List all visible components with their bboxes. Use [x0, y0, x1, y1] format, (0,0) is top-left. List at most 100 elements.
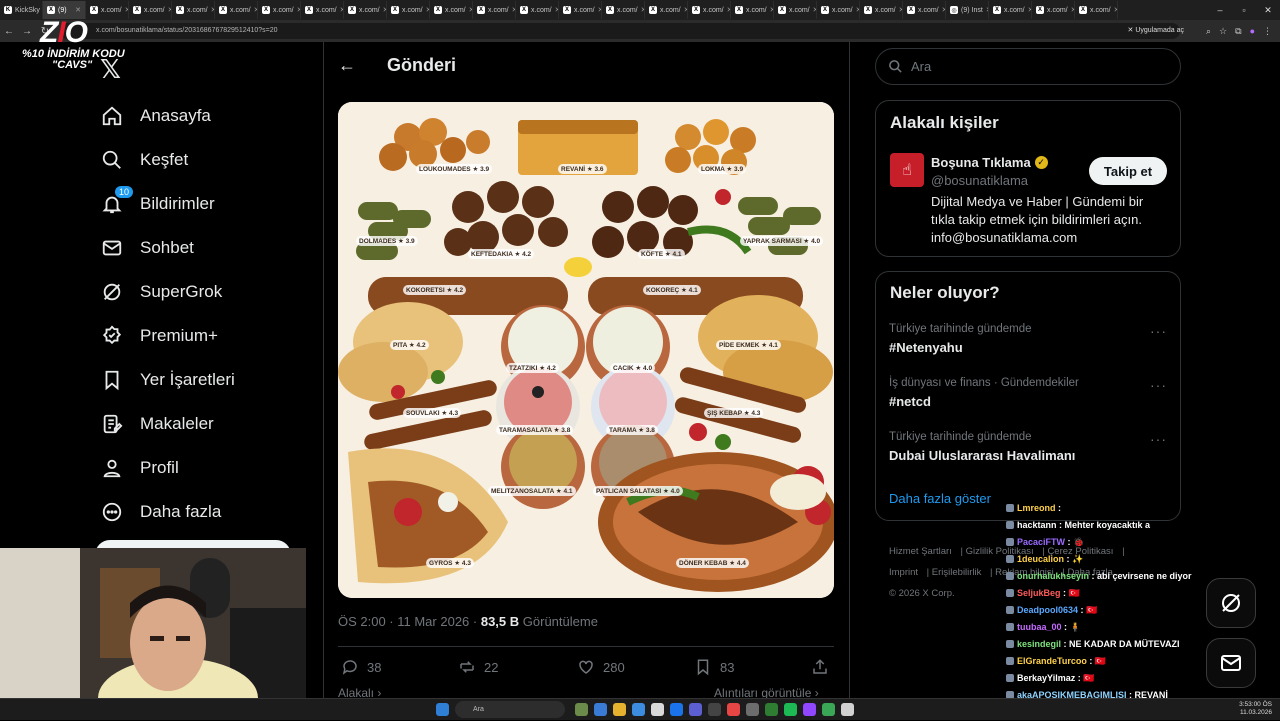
- open-in-app-button[interactable]: ✕ Uygulamada aç: [1128, 23, 1184, 39]
- more-options-icon[interactable]: ···: [1150, 323, 1167, 339]
- zoom-icon[interactable]: ⌕: [1206, 23, 1211, 39]
- taskbar-search-input[interactable]: Ara: [455, 701, 565, 718]
- chat-username[interactable]: kesindegil: [1017, 639, 1061, 649]
- like-button[interactable]: 280: [577, 658, 625, 676]
- sidebar-item-home[interactable]: Anasayfa: [100, 101, 211, 131]
- grok-floating-button[interactable]: [1206, 578, 1256, 628]
- browser-tab[interactable]: Xx.com/✕: [774, 1, 817, 19]
- sidebar-item-more[interactable]: Daha fazla: [100, 497, 221, 527]
- browser-tab[interactable]: Xx.com/✕: [129, 1, 172, 19]
- taskbar-app-icon[interactable]: [822, 703, 835, 716]
- back-nav-icon[interactable]: ←: [0, 26, 18, 37]
- follow-button[interactable]: Takip et: [1089, 157, 1167, 185]
- more-options-icon[interactable]: ···: [1150, 431, 1167, 447]
- browser-tab[interactable]: Xx.com/✕: [989, 1, 1032, 19]
- reply-button[interactable]: 38: [341, 658, 381, 676]
- browser-tab[interactable]: Xx.com/✕: [301, 1, 344, 19]
- browser-tab[interactable]: Xx.com/✕: [602, 1, 645, 19]
- browser-tab[interactable]: Xx.com/✕: [215, 1, 258, 19]
- taskbar-app-icon[interactable]: [594, 703, 607, 716]
- menu-icon[interactable]: ⋮: [1263, 23, 1272, 39]
- trend-item[interactable]: Türkiye tarihinde gündemde #Netenyahu: [889, 323, 1032, 355]
- chat-username[interactable]: Lmreond: [1017, 503, 1056, 513]
- taskbar-app-icon[interactable]: [670, 703, 683, 716]
- chat-username[interactable]: Deadpool0634: [1017, 605, 1078, 615]
- chat-username[interactable]: hacktann: [1017, 520, 1057, 530]
- trend-item[interactable]: Türkiye tarihinde gündemde Dubai Uluslar…: [889, 431, 1075, 463]
- messages-floating-button[interactable]: [1206, 638, 1256, 688]
- taskbar-app-icon[interactable]: [575, 703, 588, 716]
- sidebar-item-explore[interactable]: Keşfet: [100, 145, 188, 175]
- minimize-button[interactable]: –: [1208, 0, 1232, 20]
- maximize-button[interactable]: ▫: [1232, 0, 1256, 20]
- browser-tab[interactable]: Xx.com/✕: [688, 1, 731, 19]
- browser-tab[interactable]: Xx.com/✕: [860, 1, 903, 19]
- footer-link[interactable]: Imprint: [889, 567, 918, 578]
- extensions-icon[interactable]: ⧉: [1235, 23, 1241, 39]
- browser-tab[interactable]: Xx.com/✕: [817, 1, 860, 19]
- footer-link[interactable]: Hizmet Şartları: [889, 546, 952, 557]
- system-clock[interactable]: 3:53:00 ÖS 11.03.2026: [1239, 701, 1272, 717]
- chat-username[interactable]: BerkayYilmaz: [1017, 673, 1075, 683]
- spotify-icon[interactable]: [784, 703, 797, 716]
- tab-close-icon[interactable]: ✕: [75, 6, 81, 14]
- url-field[interactable]: x.com/bosunatiklama/status/2031686767829…: [60, 23, 1180, 39]
- trend-item[interactable]: İş dünyası ve finans · Gündemdekiler #ne…: [889, 377, 1079, 409]
- close-window-button[interactable]: ✕: [1256, 0, 1280, 20]
- chat-username[interactable]: SeljukBeg: [1017, 588, 1061, 598]
- taskbar-app-icon[interactable]: [708, 703, 721, 716]
- tab-close-icon[interactable]: ✕: [1114, 6, 1118, 14]
- browser-tab[interactable]: Xx.com/✕: [473, 1, 516, 19]
- chat-username[interactable]: PacaciFTW: [1017, 537, 1065, 547]
- profile-avatar-icon[interactable]: ●: [1250, 23, 1255, 39]
- avatar[interactable]: ☝: [890, 153, 924, 187]
- sidebar-item-articles[interactable]: Makaleler: [100, 409, 214, 439]
- taskbar-app-icon[interactable]: [765, 703, 778, 716]
- sidebar-item-messages[interactable]: Sohbet: [100, 233, 194, 263]
- browser-tab[interactable]: Xx.com/✕: [172, 1, 215, 19]
- browser-tab[interactable]: Xx.com/✕: [1075, 1, 1118, 19]
- chat-username[interactable]: 1deucalion: [1017, 554, 1064, 564]
- back-arrow-icon[interactable]: ←: [338, 55, 356, 76]
- browser-tab[interactable]: Xx.com/✕: [903, 1, 946, 19]
- sidebar-item-supergrok[interactable]: SuperGrok: [100, 277, 222, 307]
- browser-tab[interactable]: Xx.com/✕: [559, 1, 602, 19]
- windows-start-icon[interactable]: [436, 703, 449, 716]
- taskbar-app-icon[interactable]: [651, 703, 664, 716]
- sidebar-item-bookmarks[interactable]: Yer İşaretleri: [100, 365, 235, 395]
- taskbar-app-icon[interactable]: [689, 703, 702, 716]
- search-input[interactable]: Ara: [875, 48, 1181, 85]
- bookmark-post-button[interactable]: 83: [694, 658, 734, 676]
- sidebar-item-profile[interactable]: Profil: [100, 453, 179, 483]
- person-name[interactable]: Boşuna Tıklama ✓: [931, 155, 1048, 170]
- browser-tab[interactable]: Xx.com/✕: [731, 1, 774, 19]
- footer-link[interactable]: Erişilebilirlik: [932, 567, 982, 578]
- browser-tab[interactable]: Xx.com/✕: [430, 1, 473, 19]
- taskbar-app-icon[interactable]: [841, 703, 854, 716]
- person-handle[interactable]: @bosunatiklama: [931, 173, 1028, 188]
- browser-tab[interactable]: Xx.com/✕: [344, 1, 387, 19]
- chat-username[interactable]: tuubaa_00: [1017, 622, 1062, 632]
- browser-tab[interactable]: Xx.com/✕: [387, 1, 430, 19]
- taskbar-app-icon[interactable]: [613, 703, 626, 716]
- chat-username[interactable]: onurhalukhseyin: [1017, 571, 1089, 581]
- browser-tab[interactable]: Xx.com/✕: [516, 1, 559, 19]
- chat-username[interactable]: ElGrandeTurcoo: [1017, 656, 1087, 666]
- post-image[interactable]: LOUKOUMADES ★ 3.9 REVANİ ★ 3.6 LOKMA ★ 3…: [338, 102, 834, 598]
- taskbar-app-icon[interactable]: [746, 703, 759, 716]
- taskbar-app-icon[interactable]: [632, 703, 645, 716]
- repost-button[interactable]: 22: [458, 658, 498, 676]
- share-button[interactable]: [811, 658, 829, 676]
- browser-tab[interactable]: Xx.com/✕: [645, 1, 688, 19]
- star-icon[interactable]: ☆: [1219, 23, 1227, 39]
- show-more-link[interactable]: Daha fazla göster: [889, 491, 991, 506]
- taskbar-app-icon[interactable]: [803, 703, 816, 716]
- more-options-icon[interactable]: ···: [1150, 377, 1167, 393]
- sidebar-item-premium[interactable]: Premium+: [100, 321, 218, 351]
- browser-tab[interactable]: Xx.com/✕: [1032, 1, 1075, 19]
- taskbar-app-icon[interactable]: [727, 703, 740, 716]
- browser-tab[interactable]: Xx.com/✕: [258, 1, 301, 19]
- post-timestamp[interactable]: ÖS 2:00 · 11 Mar 2026 ·: [338, 614, 481, 629]
- sidebar-item-notifications[interactable]: 10 Bildirimler: [100, 189, 215, 219]
- browser-tab[interactable]: ◎(9) Inst✕: [946, 1, 989, 19]
